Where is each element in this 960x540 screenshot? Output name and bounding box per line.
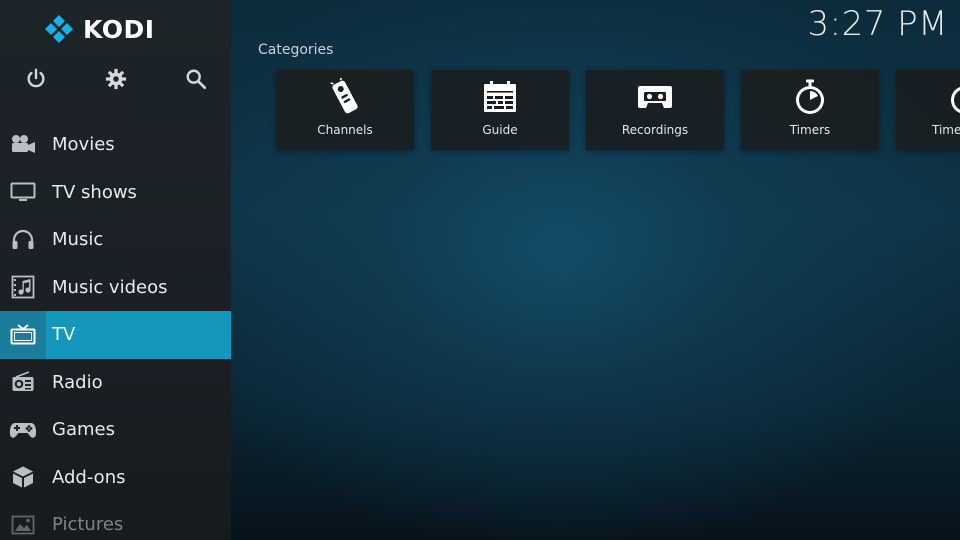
sidebar: KODI Movies TV shows Music Music videos …: [0, 0, 231, 540]
gamepad-icon: [9, 422, 37, 438]
clock: 3:27 PM: [807, 4, 948, 44]
search-button[interactable]: [183, 66, 209, 92]
sidebar-item-label: TV shows: [52, 181, 137, 203]
remote-control-icon: [330, 78, 358, 114]
category-tiles: Channels Guide Recordings Timers Time: [276, 70, 960, 150]
power-icon: [27, 68, 45, 88]
tile-guide[interactable]: Guide: [431, 70, 569, 150]
sidebar-item-label: Pictures: [52, 514, 124, 536]
sidebar-item-label: Add-ons: [52, 466, 126, 488]
sidebar-item-movies[interactable]: Movies: [0, 121, 231, 169]
app-name: KODI: [83, 14, 155, 44]
top-icon-bar: [0, 66, 231, 94]
sidebar-item-label: Music: [52, 229, 104, 251]
sidebar-item-label: Movies: [52, 134, 115, 156]
tile-label: Timers: [789, 123, 831, 137]
cassette-icon: [638, 86, 672, 108]
sidebar-item-radio[interactable]: Radio: [0, 359, 231, 407]
stopwatch-icon: [796, 79, 824, 114]
guide-grid-icon: [484, 81, 516, 112]
radio-icon: [12, 371, 34, 392]
movie-camera-icon: [12, 134, 35, 153]
music-video-icon: [11, 275, 35, 299]
stopwatch-icon: [951, 86, 960, 114]
main-content: 3:27 PM Categories Channels Guide Record…: [231, 0, 960, 540]
tile-timers-partial[interactable]: Timers: [896, 70, 960, 150]
tv-antenna-icon: [10, 324, 36, 345]
sidebar-item-music[interactable]: Music: [0, 216, 231, 264]
sidebar-item-games[interactable]: Games: [0, 406, 231, 454]
tile-label: Channels: [317, 123, 373, 137]
headphones-icon: [12, 229, 34, 249]
main-menu: Movies TV shows Music Music videos TV Ra…: [0, 121, 231, 540]
sidebar-item-tv-shows[interactable]: TV shows: [0, 169, 231, 217]
tile-label: Timers: [932, 123, 960, 137]
search-icon: [186, 69, 207, 90]
tile-channels[interactable]: Channels: [276, 70, 414, 150]
tile-label: Recordings: [621, 123, 689, 137]
power-button[interactable]: [23, 66, 49, 92]
tile-label: Guide: [482, 123, 518, 137]
sidebar-item-label: Music videos: [52, 276, 168, 298]
sidebar-item-music-videos[interactable]: Music videos: [0, 264, 231, 312]
settings-button[interactable]: [103, 66, 129, 92]
tv-monitor-icon: [10, 182, 36, 202]
kodi-logo[interactable]: KODI: [44, 13, 155, 45]
sidebar-item-tv[interactable]: TV: [0, 311, 231, 359]
addons-box-icon: [13, 466, 33, 488]
tile-timers[interactable]: Timers: [741, 70, 879, 150]
sidebar-item-label: Radio: [52, 371, 103, 393]
gear-icon: [105, 68, 127, 90]
sidebar-item-add-ons[interactable]: Add-ons: [0, 454, 231, 502]
tile-recordings[interactable]: Recordings: [586, 70, 724, 150]
kodi-logo-icon: [45, 15, 73, 43]
sidebar-item-pictures[interactable]: Pictures: [0, 501, 231, 540]
pictures-icon: [11, 515, 35, 535]
section-title: Categories: [258, 42, 334, 58]
sidebar-item-label: Games: [52, 419, 115, 441]
kodi-app: KODI Movies TV shows Music Music videos …: [0, 0, 960, 540]
sidebar-item-label: TV: [52, 324, 76, 346]
